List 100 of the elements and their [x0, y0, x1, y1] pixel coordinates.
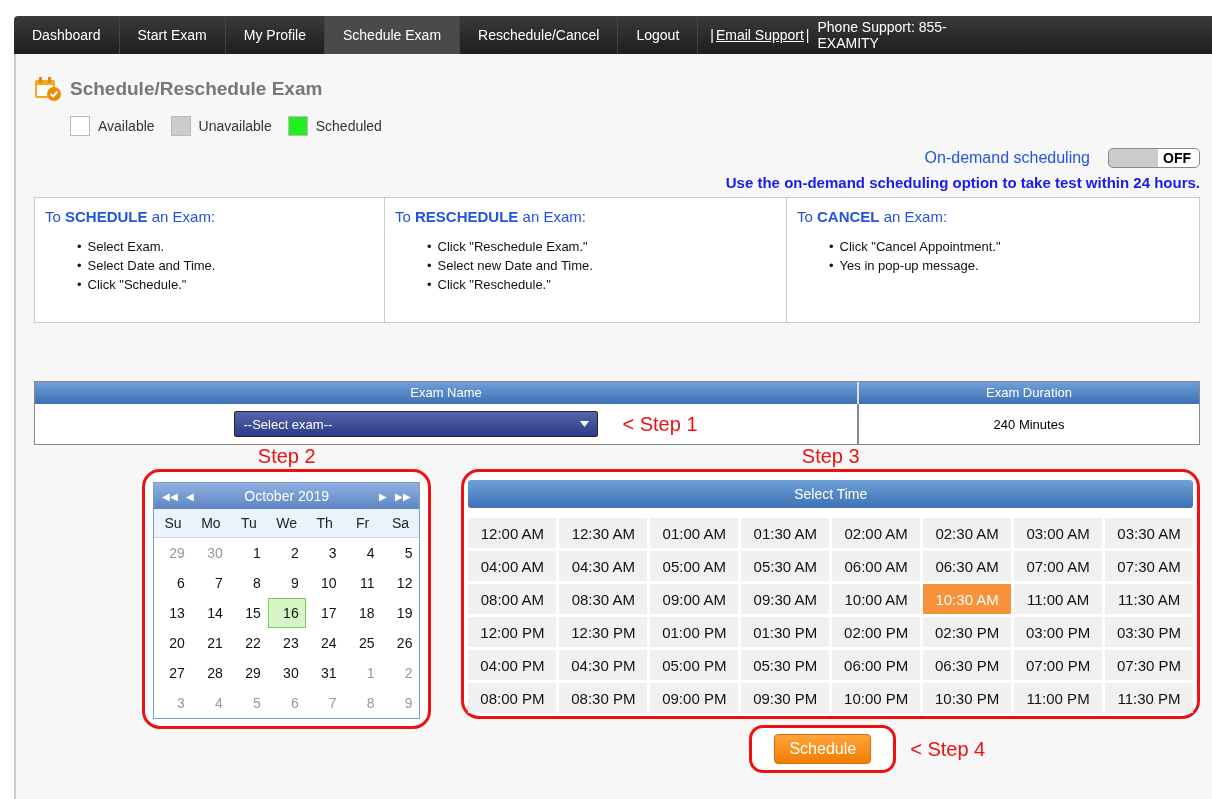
calendar-day[interactable]: 11 — [343, 568, 382, 598]
time-slot[interactable]: 12:30 AM — [559, 518, 648, 548]
time-slot[interactable]: 03:00 PM — [1014, 617, 1103, 647]
time-slot[interactable]: 04:00 PM — [468, 650, 557, 680]
time-slot[interactable]: 06:30 PM — [923, 650, 1012, 680]
calendar-day[interactable]: 28 — [191, 658, 230, 688]
weekday-label: Fr — [354, 514, 371, 533]
time-slot[interactable]: 03:30 AM — [1105, 518, 1193, 548]
time-slot[interactable]: 12:00 PM — [468, 617, 557, 647]
calendar-day[interactable]: 9 — [267, 568, 306, 598]
calendar-day[interactable]: 8 — [229, 568, 268, 598]
calendar-day[interactable]: 6 — [154, 568, 192, 598]
instruction-step: Select new Date and Time. — [437, 256, 593, 275]
calendar-day[interactable]: 21 — [191, 628, 230, 658]
calendar-day[interactable]: 1 — [229, 538, 268, 568]
instruction-step: Click "Reschedule." — [437, 275, 551, 294]
time-slot[interactable]: 02:00 AM — [832, 518, 921, 548]
calendar-check-icon — [34, 76, 62, 102]
time-slot[interactable]: 03:00 AM — [1014, 518, 1103, 548]
calendar-day[interactable]: 15 — [229, 598, 268, 628]
bullet-mark: • — [77, 276, 82, 294]
calendar-day[interactable]: 27 — [154, 658, 192, 688]
time-slot[interactable]: 06:30 AM — [923, 551, 1012, 581]
calendar-day[interactable]: 10 — [305, 568, 344, 598]
time-slot[interactable]: 11:00 AM — [1014, 584, 1103, 614]
column-header: Exam Duration — [859, 382, 1199, 404]
calendar-day[interactable]: 18 — [343, 598, 382, 628]
time-slot[interactable]: 01:00 PM — [650, 617, 739, 647]
step-annotation: < Step 1 — [622, 412, 698, 436]
calendar-day[interactable]: 7 — [191, 568, 230, 598]
on-demand-toggle[interactable]: OFF — [1108, 148, 1200, 168]
time-slot[interactable]: 11:00 PM — [1014, 683, 1103, 713]
time-slot[interactable]: 02:00 PM — [832, 617, 921, 647]
time-slot[interactable]: 04:00 AM — [468, 551, 557, 581]
email-support-link[interactable]: Email Support — [715, 27, 804, 43]
instruction-step: Yes in pop-up message. — [839, 256, 979, 275]
time-slot[interactable]: 03:30 PM — [1105, 617, 1193, 647]
calendar-day[interactable]: 16 — [267, 598, 306, 628]
time-slot[interactable]: 08:00 PM — [468, 683, 557, 713]
time-slot[interactable]: 10:00 PM — [832, 683, 921, 713]
weekday-label: Mo — [200, 514, 222, 533]
time-slot[interactable]: 09:30 PM — [741, 683, 830, 713]
time-slot[interactable]: 04:30 AM — [559, 551, 648, 581]
calendar-day[interactable]: 23 — [267, 628, 306, 658]
calendar-day[interactable]: 2 — [267, 538, 306, 568]
calendar-day[interactable]: 26 — [381, 628, 420, 658]
calendar-day[interactable]: 31 — [305, 658, 344, 688]
calendar-day[interactable]: 22 — [229, 628, 268, 658]
time-slot[interactable]: 10:30 PM — [923, 683, 1012, 713]
time-slot[interactable]: 05:30 PM — [741, 650, 830, 680]
time-slot[interactable]: 12:30 PM — [559, 617, 648, 647]
time-slot[interactable]: 01:30 PM — [741, 617, 830, 647]
time-slot[interactable]: 11:30 PM — [1105, 683, 1193, 713]
time-slot[interactable]: 02:30 PM — [923, 617, 1012, 647]
time-slot[interactable]: 07:30 AM — [1105, 551, 1193, 581]
calendar-day[interactable]: 3 — [305, 538, 344, 568]
time-slot[interactable]: 07:30 PM — [1105, 650, 1193, 680]
time-slot[interactable]: 10:00 AM — [832, 584, 921, 614]
calendar-day[interactable]: 12 — [381, 568, 420, 598]
calendar-day[interactable]: 19 — [381, 598, 420, 628]
page-title: Schedule/Reschedule Exam — [70, 78, 323, 100]
time-picker-header: Select Time — [468, 480, 1193, 508]
table-cell: 240 Minutes — [859, 404, 1199, 444]
calendar-day[interactable]: 20 — [154, 628, 192, 658]
time-slot[interactable]: 06:00 PM — [832, 650, 921, 680]
time-slot[interactable]: 12:00 AM — [468, 518, 557, 548]
nav-tab[interactable]: Schedule Exam — [325, 16, 461, 54]
time-slot[interactable]: 08:30 PM — [559, 683, 648, 713]
time-slot[interactable]: 08:00 AM — [468, 584, 557, 614]
calendar-day[interactable]: 5 — [381, 538, 420, 568]
bullet-mark: • — [77, 238, 82, 256]
calendar-day[interactable]: 30 — [267, 658, 306, 688]
time-slot[interactable]: 04:30 PM — [559, 650, 648, 680]
time-slot[interactable]: 11:30 AM — [1105, 584, 1193, 614]
separator-text: | — [805, 27, 810, 43]
weekday-label: Su — [163, 514, 183, 533]
time-slot[interactable]: 09:00 PM — [650, 683, 739, 713]
calendar-day[interactable]: 13 — [154, 598, 192, 628]
time-slot[interactable]: 07:00 PM — [1014, 650, 1103, 680]
on-demand-note: Use the on-demand scheduling option to take test within 24 hours. — [724, 174, 1200, 191]
time-slot[interactable]: 07:00 AM — [1014, 551, 1103, 581]
time-slot[interactable]: 08:30 AM — [559, 584, 648, 614]
calendar-day[interactable]: 24 — [305, 628, 344, 658]
weekday-label: We — [275, 514, 299, 533]
time-slot[interactable]: 09:30 AM — [741, 584, 830, 614]
time-slot[interactable]: 02:30 AM — [923, 518, 1012, 548]
time-slot[interactable]: 01:30 AM — [741, 518, 830, 548]
legend-label: Scheduled — [315, 118, 382, 134]
calendar-day[interactable]: 14 — [191, 598, 230, 628]
time-slot[interactable]: 05:30 AM — [741, 551, 830, 581]
time-slot[interactable]: 05:00 PM — [650, 650, 739, 680]
calendar-day[interactable]: 17 — [305, 598, 344, 628]
calendar-day[interactable]: 4 — [343, 538, 382, 568]
calendar-day[interactable]: 29 — [229, 658, 268, 688]
time-slot[interactable]: 01:00 AM — [650, 518, 739, 548]
time-slot[interactable]: 06:00 AM — [832, 551, 921, 581]
time-slot[interactable]: 09:00 AM — [650, 584, 739, 614]
time-slot[interactable]: 05:00 AM — [650, 551, 739, 581]
exam-select-dropdown[interactable]: --Select exam-- — [234, 411, 599, 437]
calendar-day[interactable]: 25 — [343, 628, 382, 658]
